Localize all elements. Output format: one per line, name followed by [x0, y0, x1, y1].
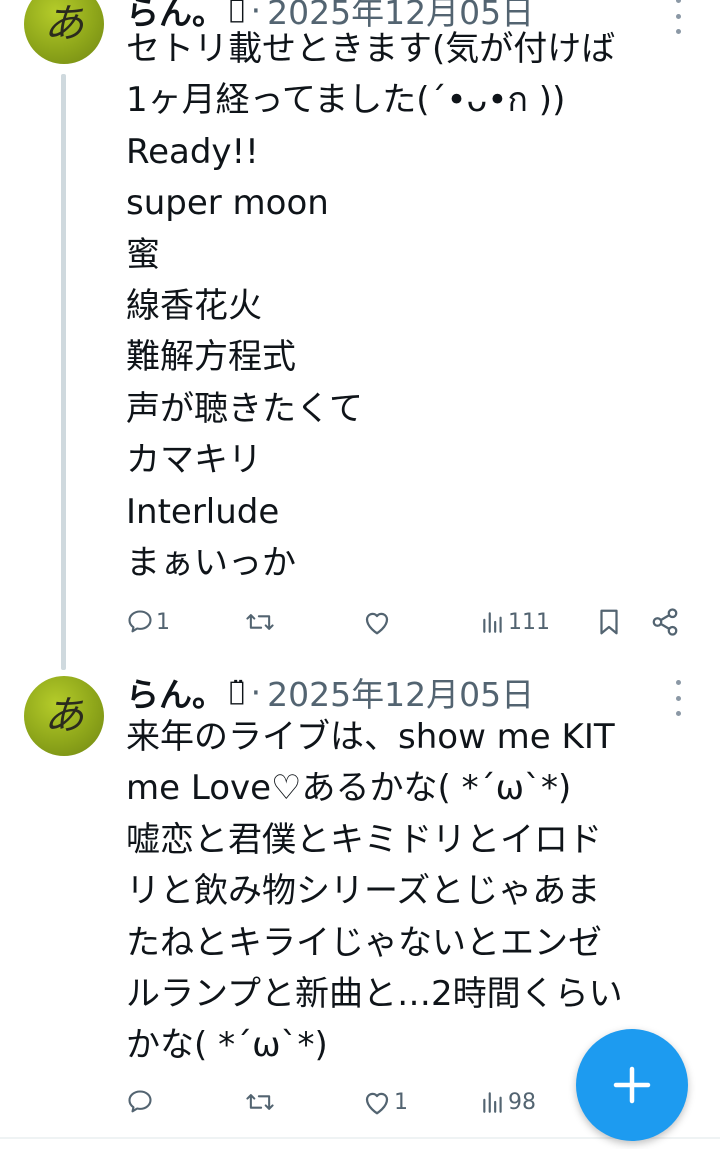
views-icon	[483, 1092, 502, 1113]
tweet[interactable]: あ らん。 ꈊ̈ · 2025年12月05日 セトリ載せときます(気が付けば 1…	[0, 0, 720, 660]
tweet-date[interactable]: 2025年12月05日	[267, 668, 534, 716]
views-button[interactable]: 98	[480, 1082, 536, 1122]
heart-icon	[365, 612, 389, 635]
tweet-text-line: まぁいっか	[126, 543, 296, 584]
retweet-button[interactable]	[244, 1082, 276, 1122]
author-name[interactable]: らん。	[126, 668, 225, 716]
bookmark-icon	[600, 609, 618, 635]
tweet-text: 来年のライブは、show me KIT me Love♡あるかな( *´ω`*)…	[126, 712, 700, 1072]
reply-count: 1	[156, 609, 170, 635]
like-count: 1	[394, 1089, 408, 1115]
tweet-text-line: Ready!!	[126, 131, 259, 172]
more-vertical-icon[interactable]	[668, 680, 688, 716]
tweet-header: らん。 ꈊ̈ · 2025年12月05日	[126, 668, 690, 716]
tweet-text-line: セトリ載せときます(気が付けば	[126, 29, 616, 69]
avatar[interactable]: あ	[24, 676, 104, 756]
retweet-button[interactable]	[244, 602, 276, 642]
reply-icon	[128, 610, 152, 633]
avatar-glyph: あ	[44, 1, 84, 47]
tweet-text-line: 難解方程式	[126, 337, 296, 378]
header-separator: ·	[250, 672, 262, 712]
reply-button[interactable]	[126, 1082, 156, 1122]
like-button[interactable]: 1	[362, 1082, 408, 1122]
tweet-text-line: ルランプと新曲と…2時間くらい	[126, 974, 623, 1015]
avatar[interactable]: あ	[24, 0, 104, 64]
tweet-text-line: 蜜	[126, 234, 160, 275]
view-count: 98	[508, 1089, 536, 1115]
tweet-text-line: 1ヶ月経ってました(´•ᴗ•ก ))	[126, 80, 566, 121]
avatar-glyph: あ	[44, 693, 84, 739]
share-button[interactable]	[650, 602, 680, 642]
retweet-icon	[246, 614, 274, 630]
like-button[interactable]	[362, 602, 392, 642]
tweet-text-line: 来年のライブは、show me KIT	[126, 717, 615, 757]
views-icon	[483, 612, 502, 633]
author-name-decoration: ꈊ̈	[229, 677, 245, 707]
tweet-actions: 1 111	[126, 602, 686, 642]
tweet-text-line: 声が聴きたくて	[126, 388, 363, 429]
tweet-text-line: 線香花火	[126, 286, 262, 327]
views-button[interactable]: 111	[480, 602, 550, 642]
tweet-text-line: たねとキライじゃないとエンゼ	[126, 922, 602, 963]
tweet-text-line: Interlude	[126, 491, 280, 532]
plus-icon	[613, 1066, 651, 1104]
author-name-decoration: ꈊ̈	[229, 0, 245, 25]
view-count: 111	[508, 609, 550, 635]
tweet-text: セトリ載せときます(気が付けば 1ヶ月経ってました(´•ᴗ•ก )) Ready…	[126, 24, 700, 589]
tweet-text-line: カマキリ	[126, 440, 262, 481]
bookmark-button[interactable]	[596, 602, 622, 642]
tweet-text-line: me Love♡あるかな( *´ω`*)	[126, 768, 572, 809]
tweet-text-line: super moon	[126, 183, 329, 224]
reply-button[interactable]: 1	[126, 602, 170, 642]
reply-icon	[128, 1090, 152, 1113]
tweet-text-line: 嘘恋と君僕とキミドリとイロド	[126, 819, 602, 860]
heart-icon	[365, 1092, 389, 1115]
share-icon	[652, 608, 678, 636]
tweet-text-line: リと飲み物シリーズとじゃあま	[126, 871, 601, 912]
compose-button[interactable]	[576, 1029, 688, 1141]
retweet-icon	[246, 1094, 274, 1110]
